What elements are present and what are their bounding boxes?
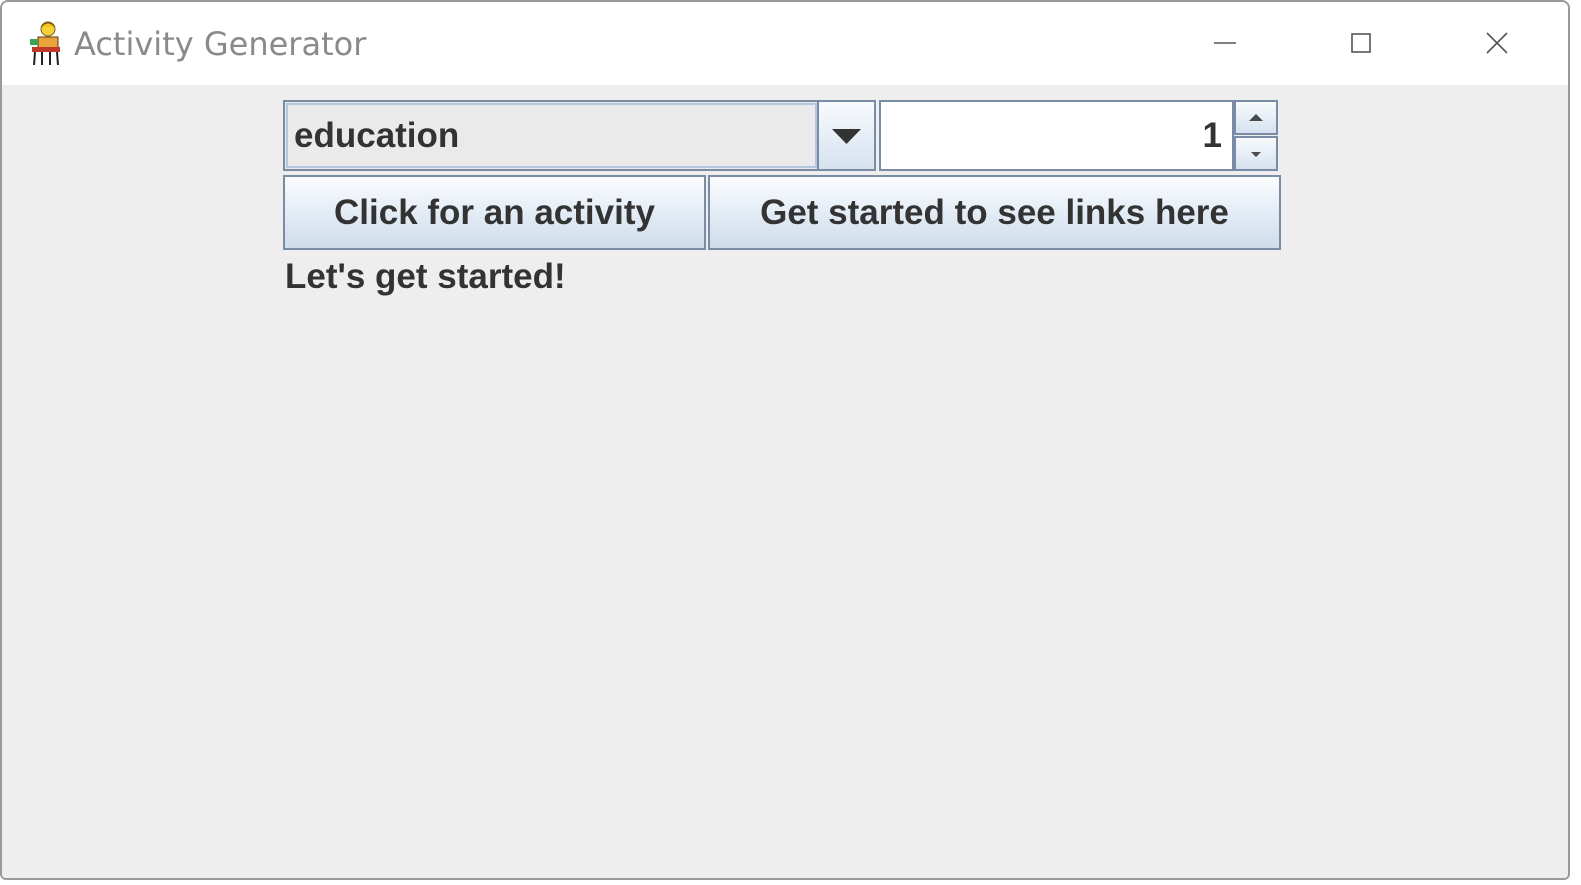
participants-spinner-field[interactable]: 1 xyxy=(879,100,1234,171)
title-bar[interactable]: Activity Generator xyxy=(2,2,1568,85)
app-icon xyxy=(26,19,66,67)
category-dropdown-arrow-button[interactable] xyxy=(817,102,874,169)
close-button[interactable] xyxy=(1474,20,1520,66)
close-icon xyxy=(1486,32,1508,54)
window-title: Activity Generator xyxy=(74,25,367,63)
app-window: Activity Generator education 1 Click for… xyxy=(0,0,1570,880)
chevron-down-icon xyxy=(832,129,861,144)
maximize-button[interactable] xyxy=(1338,20,1384,66)
status-message: Let's get started! xyxy=(285,257,566,296)
participants-spinner[interactable]: 1 xyxy=(879,100,1281,171)
maximize-icon xyxy=(1351,33,1371,53)
category-dropdown-value[interactable]: education xyxy=(286,103,817,168)
arrow-up-icon xyxy=(1249,114,1263,121)
main-panel: education 1 Click for an activity Get st xyxy=(2,85,1568,878)
spinner-increment-button[interactable] xyxy=(1234,100,1278,135)
minimize-button[interactable] xyxy=(1202,20,1248,66)
links-button[interactable]: Get started to see links here xyxy=(708,175,1281,250)
category-dropdown[interactable]: education xyxy=(283,100,876,171)
get-activity-button[interactable]: Click for an activity xyxy=(283,175,706,250)
spinner-decrement-button[interactable] xyxy=(1234,136,1278,171)
arrow-down-icon xyxy=(1251,152,1261,157)
minimize-icon xyxy=(1214,42,1236,44)
